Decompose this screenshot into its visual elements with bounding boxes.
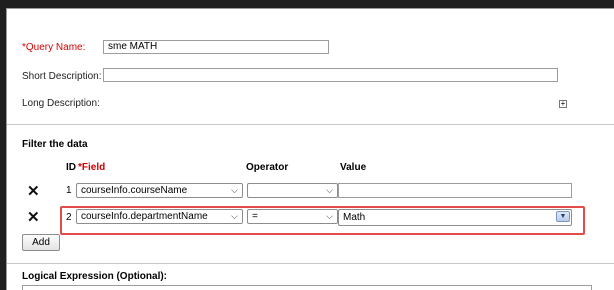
value-input[interactable] — [338, 183, 572, 198]
field-select[interactable]: courseInfo.courseName ⌵ — [76, 183, 243, 198]
long-description-label: Long Description: — [22, 98, 100, 109]
add-filter-button[interactable]: Add — [22, 234, 60, 251]
chevron-down-icon: ⌵ — [326, 211, 333, 221]
filter-section-title: Filter the data — [22, 139, 88, 150]
chevron-down-icon[interactable]: ▼ — [556, 211, 570, 222]
column-header-value: Value — [340, 162, 367, 173]
row-id: 1 — [66, 185, 72, 196]
short-description-input[interactable] — [103, 68, 558, 82]
query-editor-panel: *Query Name: sme MATH Short Description:… — [6, 8, 614, 290]
column-header-field-text: Field — [81, 162, 106, 173]
logical-expression-input[interactable] — [22, 285, 592, 290]
x-delete-icon[interactable]: ✕ — [27, 210, 40, 225]
column-header-id: ID — [66, 162, 76, 173]
field-select-value: courseInfo.departmentName — [81, 211, 208, 222]
chevron-down-icon: ⌵ — [231, 211, 238, 221]
short-description-label: Short Description: — [22, 71, 102, 82]
field-select[interactable]: courseInfo.departmentName ⌵ — [76, 209, 243, 224]
operator-select-value: = — [252, 211, 258, 222]
section-divider — [7, 124, 614, 125]
value-combobox[interactable]: Math ▼ — [338, 209, 572, 226]
x-delete-icon[interactable]: ✕ — [27, 184, 40, 199]
query-name-label-text: Query Name: — [25, 42, 86, 53]
row-id: 2 — [66, 212, 72, 223]
field-select-value: courseInfo.courseName — [81, 185, 188, 196]
section-divider — [7, 263, 614, 264]
column-header-field: *Field — [78, 162, 105, 173]
chevron-down-icon: ⌵ — [231, 185, 238, 195]
query-name-label: *Query Name: — [22, 42, 85, 53]
plus-box-icon[interactable]: + — [559, 100, 567, 108]
operator-select[interactable]: = ⌵ — [247, 209, 338, 224]
query-name-input[interactable]: sme MATH — [103, 40, 329, 54]
chevron-down-icon: ⌵ — [326, 185, 333, 195]
operator-select[interactable]: ⌵ — [247, 183, 338, 198]
value-combobox-value: Math — [343, 212, 366, 223]
logical-expression-label: Logical Expression (Optional): — [22, 271, 168, 282]
column-header-operator: Operator — [246, 162, 289, 173]
